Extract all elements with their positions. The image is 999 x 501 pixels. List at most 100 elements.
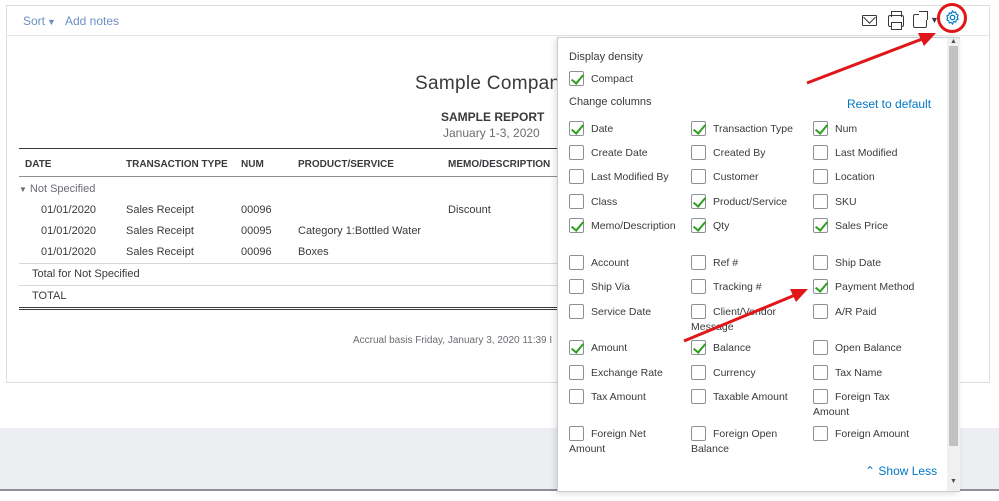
tax-amount-label: Tax Amount [591,391,646,403]
row-product: Boxes [298,246,329,258]
amount-label: Amount [591,342,628,354]
group-total-rule [19,263,619,264]
group-total-label: Total for Not Specified [32,268,140,280]
column-header-memo-description[interactable]: MEMO/DESCRIPTION [448,159,550,170]
last-modified-label: Last Modified [835,147,898,159]
column-header-date[interactable]: DATE [25,159,51,170]
sales-price-checkbox[interactable] [813,218,828,233]
tax-name-checkbox[interactable] [813,365,828,380]
account-label: Account [591,257,629,269]
table-top-rule [19,148,619,149]
location-label: Location [835,171,875,183]
foreign-amount-checkbox[interactable] [813,426,828,441]
company-name: Sample Company [415,73,571,94]
exchange-rate-checkbox[interactable] [569,365,584,380]
customer-checkbox[interactable] [691,169,706,184]
a-r-paid-checkbox[interactable] [813,304,828,319]
scroll-up-icon[interactable]: ▲ [950,38,957,45]
sort-dropdown[interactable]: Sort ▼ [23,14,56,28]
last-modified-by-checkbox[interactable] [569,169,584,184]
payment-method-checkbox[interactable] [813,279,828,294]
ship-date-checkbox[interactable] [813,255,828,270]
report-footer: Accrual basis Friday, January 3, 2020 11… [353,335,553,346]
annotation-circle [937,3,967,33]
row-num: 00095 [241,225,272,237]
sku-checkbox[interactable] [813,194,828,209]
email-icon[interactable] [862,15,877,26]
print-icon[interactable] [888,11,904,30]
scroll-down-icon[interactable]: ▼ [950,478,957,485]
change-columns-heading: Change columns [569,96,652,108]
tracking-checkbox[interactable] [691,279,706,294]
panel-scrollbar[interactable]: ▲ ▼ [947,38,960,491]
tracking-label: Tracking # [713,281,762,293]
foreign-tax-amount-label: Foreign Tax Amount [813,391,890,418]
gear-icon[interactable] [944,9,961,26]
currency-checkbox[interactable] [691,365,706,380]
ship-via-checkbox[interactable] [569,279,584,294]
group-toggle[interactable]: ▼ Not Specified [19,183,95,195]
column-header-product-service[interactable]: PRODUCT/SERVICE [298,159,394,170]
service-date-label: Service Date [591,306,652,318]
row-type[interactable]: Sales Receipt [126,225,194,237]
created-by-checkbox[interactable] [691,145,706,160]
taxable-amount-checkbox[interactable] [691,389,706,404]
exchange-rate-label: Exchange Rate [591,367,663,379]
created-by-label: Created By [713,147,766,159]
report-title: SAMPLE REPORT [441,110,545,124]
ref-label: Ref # [713,257,739,269]
class-checkbox[interactable] [569,194,584,209]
balance-checkbox[interactable] [691,340,706,355]
create-date-label: Create Date [591,147,648,159]
double-total-rule [19,307,619,310]
foreign-net-amount-label: Foreign Net Amount [569,428,646,455]
tax-amount-checkbox[interactable] [569,389,584,404]
last-modified-by-label: Last Modified By [591,171,669,183]
product-service-checkbox[interactable] [691,194,706,209]
show-less-link[interactable]: ⌃ Show Less [865,464,937,478]
scroll-thumb[interactable] [949,46,958,446]
num-label: Num [835,123,858,135]
last-modified-checkbox[interactable] [813,145,828,160]
open-balance-checkbox[interactable] [813,340,828,355]
foreign-amount-label: Foreign Amount [835,428,910,440]
balance-label: Balance [713,342,751,354]
qty-label: Qty [713,220,730,232]
a-r-paid-label: A/R Paid [835,306,877,318]
date-label: Date [591,123,614,135]
row-type[interactable]: Sales Receipt [126,204,194,216]
row-product: Category 1:Bottled Water [298,225,422,237]
report-date-range: January 1-3, 2020 [443,126,540,140]
export-icon[interactable] [913,11,928,28]
compact-checkbox[interactable] [569,71,584,86]
reset-to-default-link[interactable]: Reset to default [847,97,931,111]
transaction-type-checkbox[interactable] [691,121,706,136]
row-date: 01/01/2020 [41,204,97,216]
account-checkbox[interactable] [569,255,584,270]
ship-via-label: Ship Via [591,281,630,293]
service-date-checkbox[interactable] [569,304,584,319]
qty-checkbox[interactable] [691,218,706,233]
add-notes-link[interactable]: Add notes [65,14,119,28]
column-header-transaction-type[interactable]: TRANSACTION TYPE [126,159,228,170]
ref-checkbox[interactable] [691,255,706,270]
row-num: 00096 [241,246,272,258]
total-rule [19,285,619,286]
num-checkbox[interactable] [813,121,828,136]
tax-name-label: Tax Name [835,367,883,379]
table-header-rule [19,176,619,177]
column-header-num[interactable]: NUM [241,159,264,170]
sku-label: SKU [835,196,857,208]
location-checkbox[interactable] [813,169,828,184]
row-date: 01/01/2020 [41,246,97,258]
transaction-type-label: Transaction Type [713,123,793,135]
ship-date-label: Ship Date [835,257,882,269]
chevron-down-icon: ▼ [47,17,56,27]
date-checkbox[interactable] [569,121,584,136]
create-date-checkbox[interactable] [569,145,584,160]
row-type[interactable]: Sales Receipt [126,246,194,258]
amount-checkbox[interactable] [569,340,584,355]
display-density-heading: Display density [569,51,643,63]
memo-description-checkbox[interactable] [569,218,584,233]
settings-panel: Display density Compact Change columns R… [557,37,960,492]
